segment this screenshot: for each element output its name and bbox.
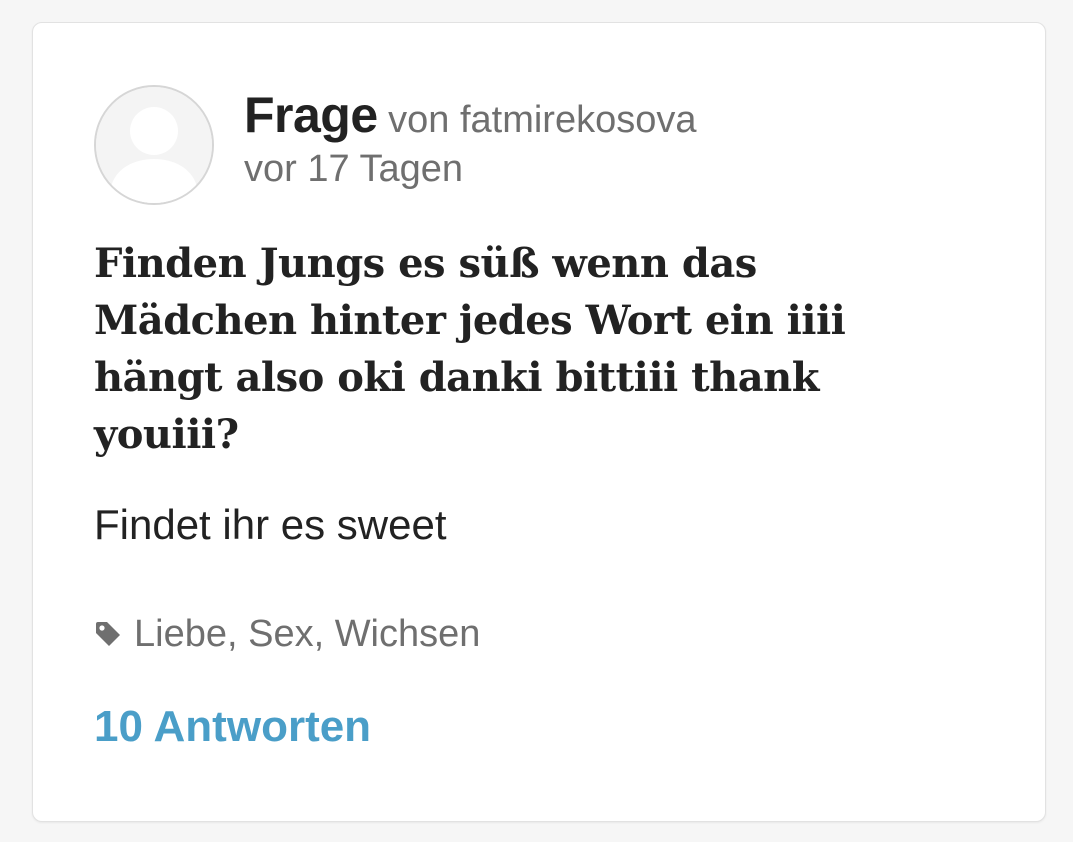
question-card: Frage von fatmirekosova vor 17 Tagen Fin… [32,22,1046,822]
question-label: Frage [244,87,378,143]
tags-list[interactable]: Liebe, Sex, Wichsen [134,613,480,656]
tags-row: Liebe, Sex, Wichsen [94,609,480,659]
question-header: Frage von fatmirekosova [244,83,1004,147]
author-line[interactable]: von fatmirekosova [388,99,696,141]
question-body: Findet ihr es sweet [94,501,447,548]
tag-icon [94,620,122,648]
question-title: Finden Jungs es süß wenn das Mädchen hin… [94,240,846,458]
avatar-icon[interactable] [94,85,214,205]
answers-link[interactable]: 10 Antworten [94,699,371,755]
timestamp: vor 17 Tagen [244,148,464,190]
question-meta: Frage von fatmirekosova vor 17 Tagen [244,83,1004,193]
